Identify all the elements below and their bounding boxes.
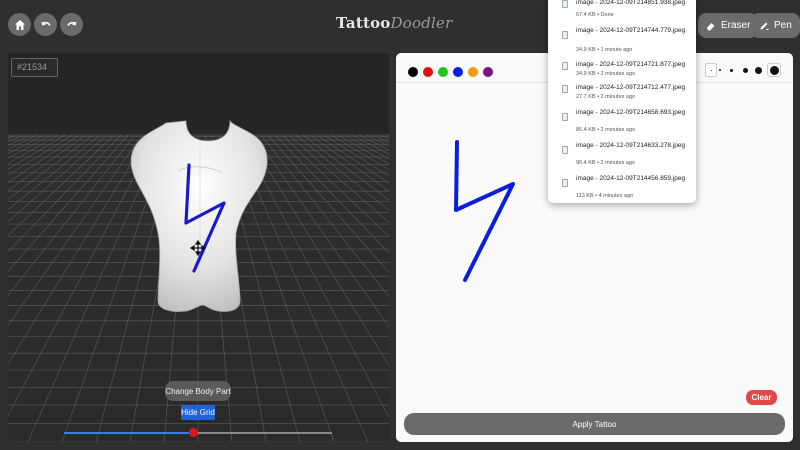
app-logo: TattooDoodler <box>336 14 452 32</box>
brush-size-dot <box>710 69 712 71</box>
download-item[interactable]: image - 2024-12-09T214712.477.jpeg 27.7 … <box>548 84 696 104</box>
color-swatch-green[interactable] <box>438 67 448 77</box>
download-item[interactable]: image - 2024-12-09T214456.859.jpeg 113 K… <box>548 174 696 203</box>
clear-button[interactable]: Clear <box>746 390 777 405</box>
apply-tattoo-button[interactable]: Apply Tattoo <box>404 413 785 435</box>
color-swatch-purple[interactable] <box>483 67 493 77</box>
brush-size-dot <box>719 69 721 71</box>
download-item[interactable]: image - 2024-12-09T214721.877.jpeg 34.9 … <box>548 61 696 81</box>
color-swatch-orange[interactable] <box>468 67 478 77</box>
download-filename: image - 2024-12-09T214721.877.jpeg <box>576 61 686 68</box>
download-meta: 34.9 KB • 2 minutes ago <box>576 71 636 77</box>
pen-button[interactable]: Pen <box>751 13 800 38</box>
download-filename: image - 2024-12-09T214633.278.jpeg <box>576 142 686 149</box>
pen-icon <box>760 22 769 30</box>
download-meta: 27.7 KB • 2 minutes ago <box>576 94 636 100</box>
download-filename: image - 2024-12-09T214744.779.jpeg <box>576 27 686 34</box>
download-meta: 113 KB • 4 minutes ago <box>576 193 634 199</box>
download-meta: 67.4 KB • Done <box>576 12 614 18</box>
logo-part-2: Doodler <box>390 14 453 32</box>
color-swatch-red[interactable] <box>423 67 433 77</box>
model-viewer[interactable]: #21534 Change Body Part Hide Grid <box>8 53 389 442</box>
brush-size-9[interactable] <box>767 63 781 77</box>
file-icon <box>562 31 568 39</box>
undo-button[interactable] <box>34 13 57 36</box>
undo-icon <box>41 21 51 26</box>
download-meta: 86.4 KB • 2 minutes ago <box>576 127 636 133</box>
brush-size-7[interactable] <box>752 63 764 77</box>
download-meta: 34.9 KB • 1 minute ago <box>576 47 633 53</box>
color-code-input[interactable]: #21534 <box>11 58 58 77</box>
home-icon <box>14 19 25 30</box>
downloads-popup: image - 2024-12-09T214851.938.jpeg 67.4 … <box>548 0 696 203</box>
size-slider[interactable] <box>64 428 332 437</box>
eraser-icon <box>707 22 715 30</box>
pen-label: Pen <box>774 20 792 31</box>
download-item[interactable]: image - 2024-12-09T214744.779.jpeg 34.9 … <box>548 26 696 54</box>
color-swatch-blue[interactable] <box>453 67 463 77</box>
download-meta: 90.4 KB • 2 minutes ago <box>576 160 636 166</box>
download-filename: image - 2024-12-09T214456.859.jpeg <box>576 175 686 182</box>
home-button[interactable] <box>8 13 31 36</box>
download-filename: image - 2024-12-09T214712.477.jpeg <box>576 84 686 91</box>
download-item[interactable]: image - 2024-12-09T214658.693.jpeg 86.4 … <box>548 108 696 136</box>
brush-size-3[interactable] <box>725 63 737 77</box>
logo-part-1: Tattoo <box>336 14 391 32</box>
file-icon <box>562 113 568 121</box>
download-filename: image - 2024-12-09T214851.938.jpeg <box>576 0 686 6</box>
drawn-stroke <box>454 140 515 282</box>
file-icon <box>562 179 568 187</box>
hide-grid-button[interactable]: Hide Grid <box>181 405 215 420</box>
file-icon <box>562 146 568 154</box>
change-body-part-button[interactable]: Change Body Part <box>165 381 231 401</box>
eraser-label: Eraser <box>721 20 751 31</box>
brush-size-dot <box>729 68 733 72</box>
redo-icon <box>66 21 76 26</box>
download-item[interactable]: image - 2024-12-09T214851.938.jpeg 67.4 … <box>548 0 696 22</box>
file-icon <box>562 62 568 70</box>
file-icon <box>562 85 568 93</box>
redo-button[interactable] <box>60 13 83 36</box>
brush-size-dot <box>769 65 779 75</box>
slider-fill <box>64 432 193 434</box>
brush-size-5[interactable] <box>739 63 751 77</box>
brush-size-dot <box>742 67 748 73</box>
eraser-button[interactable]: Eraser <box>698 13 759 38</box>
download-filename: image - 2024-12-09T214658.693.jpeg <box>576 109 686 116</box>
download-item[interactable]: image - 2024-12-09T214633.278.jpeg 90.4 … <box>548 141 696 169</box>
slider-thumb[interactable] <box>188 428 198 437</box>
color-swatch-black[interactable] <box>408 67 418 77</box>
file-icon <box>562 0 568 8</box>
brush-size-dot <box>754 66 762 74</box>
